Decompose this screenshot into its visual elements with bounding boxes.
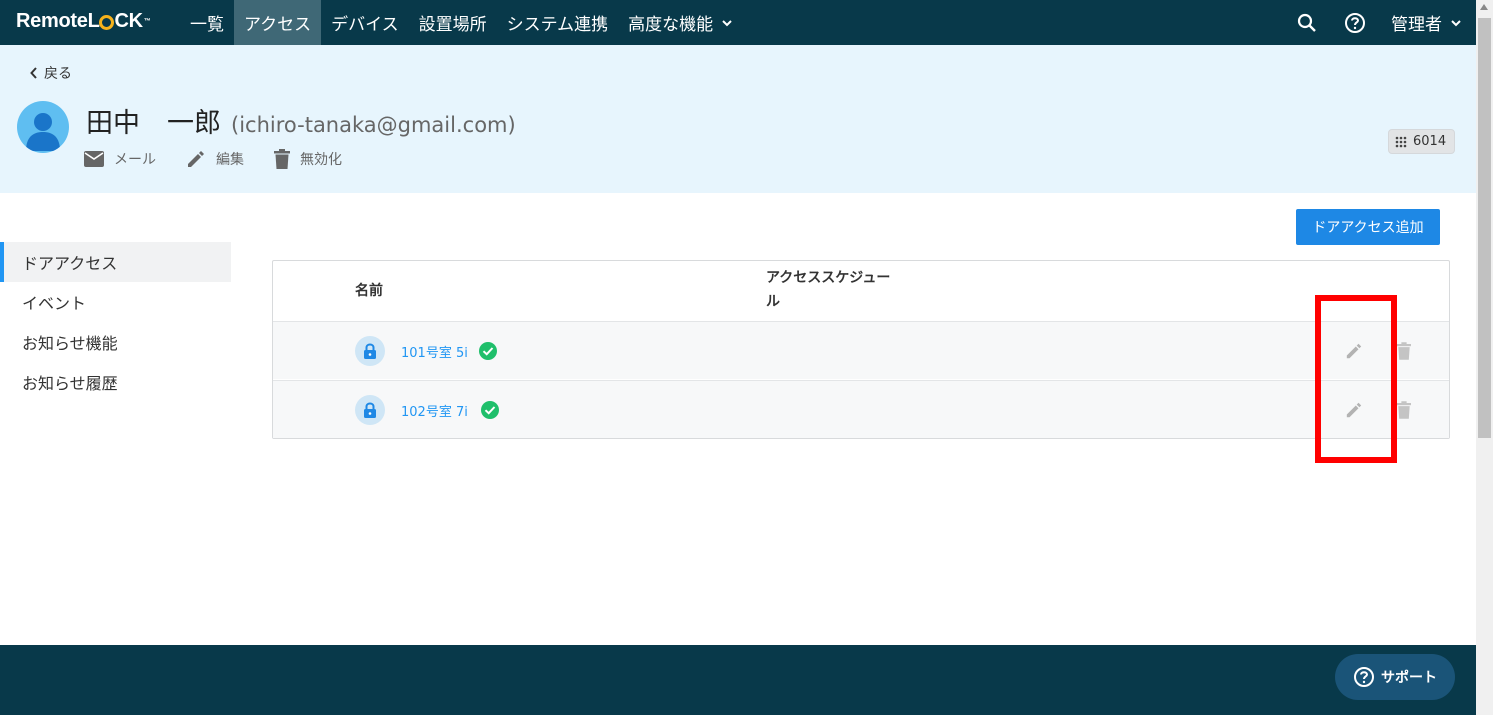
lock-icon [355,395,385,425]
user-header: 戻る 田中 一郎 (ichiro-tanaka@gmail.com) メール 編… [0,45,1476,193]
nav-item-label: デバイス [331,15,399,35]
mail-button[interactable]: メール [84,149,156,169]
nav-item-locations[interactable]: 設置場所 [409,0,497,45]
scroll-thumb[interactable] [1478,18,1491,438]
column-header-schedule: アクセススケジュー ル [766,266,906,314]
column-header-schedule-line2: ル [766,294,780,310]
vertical-scrollbar[interactable] [1476,0,1493,715]
delete-button[interactable] [1393,340,1415,362]
user-silhouette-icon [26,113,60,151]
column-header-name: 名前 [355,283,383,299]
check-circle-icon [479,342,497,360]
nav-item-access[interactable]: アクセス [234,0,322,45]
nav-item-label: アクセス [244,15,312,35]
column-header-schedule-line1: アクセススケジュー [766,270,891,286]
pencil-icon [188,151,204,167]
top-navigation: Remote L CK ™ 一覧 アクセス デバイス 設置場所 システム連携 高度な機… [0,0,1476,45]
nav-item-integrations[interactable]: システム連携 [497,0,619,45]
user-menu[interactable]: 管理者 [1391,10,1462,35]
logo-ring-icon [99,14,115,30]
sidebar-item-events[interactable]: イベント [0,282,231,322]
sidebar-item-door-access[interactable]: ドアアクセス [0,242,231,282]
nav-item-label: 高度な機能 [628,15,714,35]
door-name-link[interactable]: 101号室 5i [401,342,468,361]
scroll-up-arrow-icon[interactable] [1480,4,1488,10]
sidebar-item-notification-history[interactable]: お知らせ履歴 [0,362,231,402]
sidebar-item-label: お知らせ機能 [22,334,118,353]
nav-item-advanced[interactable]: 高度な機能 [618,0,743,45]
sidebar-item-label: お知らせ履歴 [22,374,118,393]
sidebar: ドアアクセス イベント お知らせ機能 お知らせ履歴 [0,242,231,402]
logo-text-l: L [87,10,100,32]
door-name-link[interactable]: 102号室 7i [401,401,468,420]
nav-item-overview[interactable]: 一覧 [180,0,234,45]
door-access-table: 名前 アクセススケジュー ル 101号室 5i 102号室 7i [272,260,1450,439]
support-button[interactable]: サポート [1335,654,1455,700]
footer [0,645,1476,715]
mail-icon [84,151,104,167]
back-link-label: 戻る [44,66,72,82]
avatar [17,101,69,153]
edit-label: 編集 [216,152,244,168]
trash-icon [1397,342,1411,360]
help-icon [1354,667,1374,687]
pin-badge: 6014 [1388,129,1456,154]
sidebar-item-label: イベント [22,294,87,313]
edit-button[interactable] [1343,399,1365,421]
edit-button[interactable] [1343,340,1365,362]
edit-user-button[interactable]: 編集 [186,149,244,169]
keypad-icon [1395,136,1407,147]
nav-right: 管理者 [1295,0,1476,45]
search-icon[interactable] [1295,11,1319,35]
logo-text-ck: CK [114,10,143,32]
logo-trademark: ™ [143,18,151,25]
pin-value: 6014 [1413,134,1447,149]
check-circle-icon [481,401,499,419]
add-door-access-label: ドアアクセス追加 [1312,220,1424,236]
logo-text-remote: Remote [16,10,88,32]
pencil-icon [1346,343,1362,359]
remotelock-logo[interactable]: Remote L CK ™ [16,10,151,33]
support-label: サポート [1381,670,1437,686]
trash-icon [274,149,290,169]
user-actions: メール 編集 無効化 [84,149,372,169]
page-title: 田中 一郎 (ichiro-tanaka@gmail.com) [86,101,516,140]
table-row: 102号室 7i [273,380,1449,438]
user-email: (ichiro-tanaka@gmail.com) [231,113,516,137]
main-menu: 一覧 アクセス デバイス 設置場所 システム連携 高度な機能 [180,0,743,45]
mail-label: メール [114,152,156,168]
chevron-left-icon [30,67,37,79]
delete-button[interactable] [1393,399,1415,421]
sidebar-item-notifications[interactable]: お知らせ機能 [0,322,231,362]
pencil-icon [1346,402,1362,418]
nav-item-label: システム連携 [506,15,609,35]
disable-label: 無効化 [300,152,342,168]
sidebar-item-label: ドアアクセス [22,254,118,273]
lock-icon [355,336,385,366]
disable-user-button[interactable]: 無効化 [274,149,342,169]
chevron-down-icon [722,19,732,26]
table-row: 101号室 5i [273,321,1449,379]
chevron-down-icon [1451,19,1461,26]
user-menu-label: 管理者 [1391,15,1442,35]
user-name: 田中 一郎 [86,108,221,139]
add-door-access-button[interactable]: ドアアクセス追加 [1296,209,1440,245]
help-icon[interactable] [1343,11,1367,35]
nav-item-devices[interactable]: デバイス [321,0,409,45]
nav-item-label: 一覧 [190,15,224,35]
trash-icon [1397,401,1411,419]
back-link[interactable]: 戻る [30,63,72,83]
nav-item-label: 設置場所 [418,15,487,35]
